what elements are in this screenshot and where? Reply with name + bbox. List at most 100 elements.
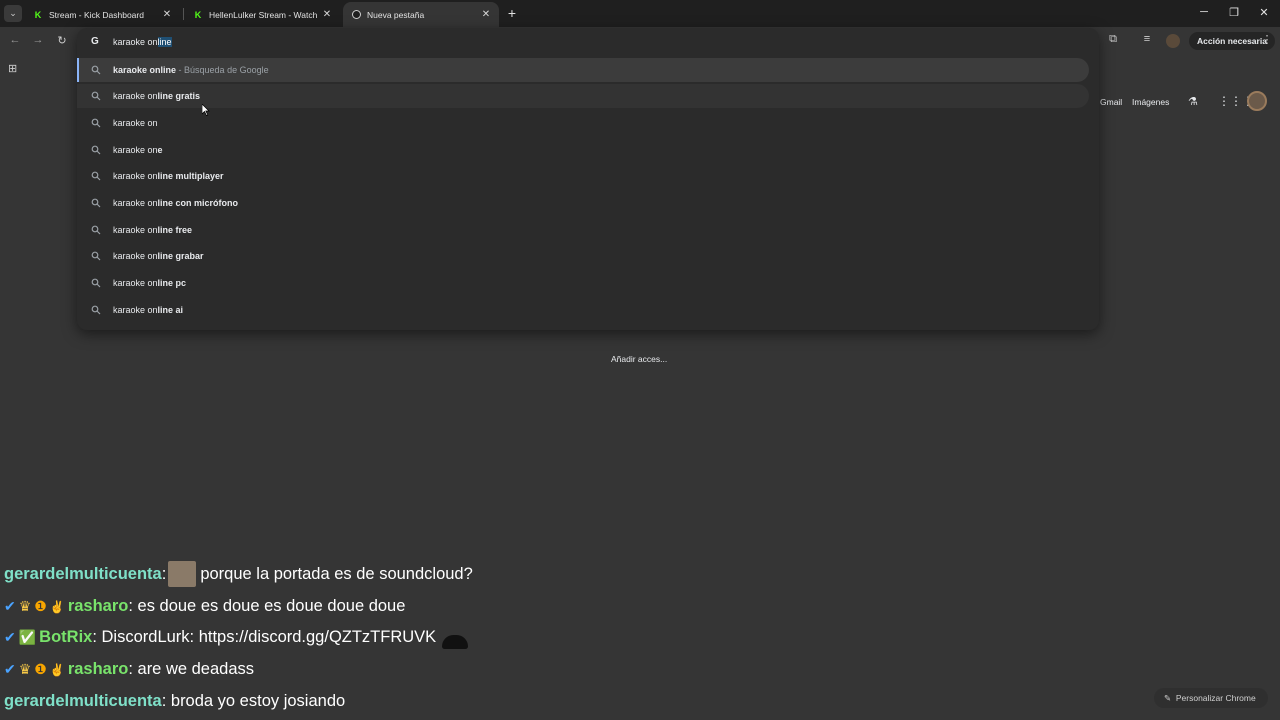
- chat-separator: :: [161, 564, 167, 583]
- suggestion-item[interactable]: karaoke online con micrófono: [77, 191, 1089, 215]
- chat-message: gerardelmulticuenta: porque la portada e…: [4, 561, 473, 587]
- chat-text: : are we deadass: [128, 660, 255, 678]
- chat-username: gerardelmulticuenta: [4, 564, 162, 583]
- subscriber-badge-icon: ❶: [34, 661, 47, 677]
- search-icon: [91, 278, 101, 288]
- media-control-icon[interactable]: ≡: [1138, 33, 1156, 45]
- profile-avatar[interactable]: [1166, 34, 1180, 48]
- suggestion-item[interactable]: karaoke online pc: [77, 271, 1089, 295]
- new-tab-button[interactable]: +: [505, 6, 519, 20]
- ghost-emote: [442, 634, 469, 649]
- suggestion-item[interactable]: karaoke online free: [77, 218, 1089, 242]
- mouse-cursor-icon: [202, 104, 210, 116]
- search-icon: [91, 118, 101, 128]
- tab-title: HellenLulker Stream - Watch Li: [209, 9, 320, 20]
- search-icon: [91, 91, 101, 101]
- suggestion-item[interactable]: karaoke one: [77, 138, 1089, 162]
- suggestion-item[interactable]: karaoke online - Búsqueda de Google: [77, 58, 1089, 82]
- verified-badge-icon: ✅: [18, 629, 37, 645]
- omnibox-typed-text: karaoke on: [113, 37, 158, 47]
- suggestion-prefix: karaoke on: [113, 251, 158, 261]
- chevron-down-icon: ⌄: [9, 8, 17, 18]
- extension-icon[interactable]: ⧉: [1104, 33, 1122, 46]
- tab-title: Nueva pestaña: [367, 9, 425, 20]
- chat-text: : broda yo estoy josiando: [161, 692, 346, 710]
- chat-text: porque la portada es de soundcloud?: [200, 564, 473, 583]
- suggestion-item[interactable]: karaoke online gratis: [77, 84, 1089, 108]
- chat-message: gerardelmulticuenta : broda yo estoy jos…: [4, 692, 345, 711]
- chrome-icon: [352, 10, 361, 19]
- search-icon: [91, 171, 101, 181]
- suggestion-suffix: line grabar: [157, 251, 204, 261]
- crown-badge-icon: ♛: [18, 661, 32, 677]
- subscriber-badge-icon: ❶: [34, 598, 47, 614]
- moderator-badge-icon: ✔: [4, 629, 16, 645]
- suggestion-item[interactable]: karaoke on: [77, 111, 1089, 135]
- kick-icon: K: [193, 9, 203, 20]
- apps-shortcut-icon[interactable]: ⊞: [8, 62, 17, 75]
- suggestion-prefix: karaoke on: [113, 91, 158, 101]
- suggestion-item[interactable]: karaoke online multiplayer: [77, 164, 1089, 188]
- restore-button[interactable]: ❐: [1224, 6, 1244, 19]
- personalizar-label: Personalizar Chrome: [1175, 693, 1256, 703]
- search-icon: [91, 65, 101, 75]
- chat-username: rasharo: [67, 660, 129, 678]
- suggestion-suffix: line ai: [157, 305, 184, 315]
- kick-icon: K: [33, 9, 43, 20]
- suggestion-prefix: karaoke on: [113, 225, 158, 235]
- search-icon: [91, 305, 101, 315]
- search-icon: [91, 198, 101, 208]
- suggestion-item[interactable]: karaoke online grabar: [77, 244, 1089, 268]
- close-icon[interactable]: ✕: [320, 9, 334, 20]
- gmail-link[interactable]: Gmail: [1100, 97, 1122, 107]
- suggestion-prefix: karaoke on: [113, 305, 158, 315]
- crown-badge-icon: ♛: [18, 598, 32, 614]
- gift-badge-icon: ✌: [49, 599, 65, 614]
- selection-indicator: [77, 58, 79, 82]
- chat-username: rasharo: [67, 597, 129, 615]
- close-window-button[interactable]: ✕: [1254, 6, 1274, 19]
- google-account-avatar[interactable]: [1247, 91, 1267, 111]
- chat-message: ✔ ✅ BotRix : DiscordLurk: https://discor…: [4, 628, 469, 649]
- suggestion-prefix: karaoke on: [113, 145, 158, 155]
- suggestion-suffix: e: [157, 145, 163, 155]
- chat-text: : es doue es doue es doue doue doue: [128, 597, 406, 615]
- search-icon: [91, 145, 101, 155]
- suggestion-prefix: karaoke on: [113, 278, 158, 288]
- suggestion-prefix: karaoke on: [113, 118, 158, 128]
- tab-kick-dashboard[interactable]: K Stream - Kick Dashboard ✕: [24, 2, 180, 27]
- search-icon: [91, 251, 101, 261]
- omnibox-input[interactable]: G karaoke online: [77, 28, 1099, 56]
- tab-search-button[interactable]: ⌄: [4, 5, 22, 22]
- labs-flask-icon[interactable]: ⚗: [1188, 95, 1198, 108]
- moderator-badge-icon: ✔: [4, 661, 16, 677]
- chat-username: BotRix: [39, 628, 93, 646]
- tab-hellenlulker-stream[interactable]: K HellenLulker Stream - Watch Li ✕: [184, 2, 340, 27]
- suggestion-suffix: line multiplayer: [157, 171, 224, 181]
- suggestion-item[interactable]: karaoke online ai: [77, 298, 1089, 322]
- close-icon[interactable]: ✕: [479, 9, 493, 20]
- suggestion-description: - Búsqueda de Google: [176, 65, 269, 75]
- suggestion-suffix: line pc: [157, 278, 187, 288]
- tab-nueva-pestana[interactable]: Nueva pestaña ✕: [343, 2, 499, 27]
- forward-arrow-icon[interactable]: →: [30, 34, 46, 46]
- reload-icon[interactable]: ↻: [54, 34, 70, 47]
- chat-text: : DiscordLurk: https://discord.gg/QZTzTF…: [92, 628, 437, 646]
- imagenes-link[interactable]: Imágenes: [1132, 97, 1169, 107]
- back-arrow-icon[interactable]: ←: [7, 34, 23, 46]
- omnibox-text[interactable]: karaoke online: [113, 37, 172, 47]
- chrome-menu-icon[interactable]: ⋮: [1258, 33, 1276, 46]
- chat-message: ✔ ♛ ❶ ✌ rasharo : es doue es doue es dou…: [4, 597, 405, 616]
- tab-title: Stream - Kick Dashboard: [49, 9, 144, 20]
- gift-badge-icon: ✌: [49, 662, 65, 677]
- personalizar-chrome-button[interactable]: ✎ Personalizar Chrome: [1154, 688, 1268, 708]
- moderator-badge-icon: ✔: [4, 598, 16, 614]
- close-icon[interactable]: ✕: [160, 9, 174, 20]
- suggestion-suffix: line con micrófono: [157, 198, 239, 208]
- pencil-icon: ✎: [1164, 693, 1172, 703]
- chat-username: gerardelmulticuenta: [4, 692, 162, 710]
- omnibox-autocomplete-text: line: [157, 37, 172, 47]
- add-shortcut-label[interactable]: Añadir acces...: [611, 354, 667, 364]
- chat-message: ✔ ♛ ❶ ✌ rasharo : are we deadass: [4, 660, 254, 679]
- minimize-button[interactable]: ─: [1194, 6, 1214, 18]
